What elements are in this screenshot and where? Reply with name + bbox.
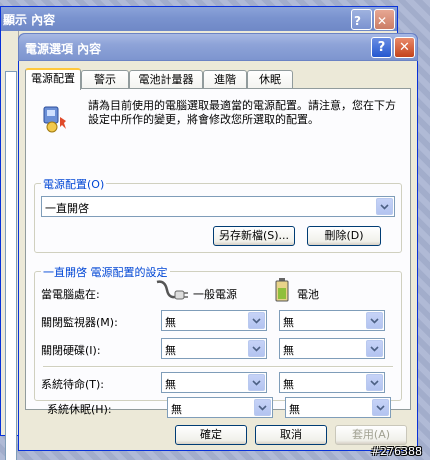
- tab-alarms[interactable]: 警示: [81, 70, 129, 89]
- watermark: #276388: [370, 445, 422, 458]
- power-options-icon: [43, 106, 66, 133]
- intro-text: 請為目前使用的電腦選取最適當的電源配置。請注意，您在下方設定中所作的變更，將會修…: [88, 99, 396, 126]
- chevron-down-icon[interactable]: [372, 399, 389, 416]
- system-hibernate-label: 系統休眠(H):: [47, 403, 112, 416]
- back-window-panel: [5, 71, 17, 460]
- monitor-ac-value: 無: [165, 316, 176, 329]
- hibernate-battery-value: 無: [289, 403, 300, 416]
- chevron-down-icon[interactable]: [366, 340, 383, 357]
- hard-disk-ac-select[interactable]: 無: [161, 338, 267, 359]
- help-icon: ?: [377, 40, 386, 55]
- back-window-title: 顯示 內容: [3, 13, 56, 27]
- chevron-down-icon[interactable]: [248, 312, 265, 329]
- help-icon: ?: [354, 14, 361, 28]
- window-title: 電源選項 內容: [25, 42, 102, 56]
- chevron-down-icon[interactable]: [366, 374, 383, 391]
- hibernate-row: 系統休眠(H): 無 無: [33, 397, 403, 423]
- help-button[interactable]: ?: [371, 37, 392, 58]
- hard-disk-battery-value: 無: [283, 344, 294, 357]
- power-scheme-select[interactable]: 一直開啓: [41, 196, 395, 217]
- ac-power-column-label: 一般電源: [193, 288, 237, 301]
- power-scheme-group: 電源配置(O) 一直開啓 另存新檔(S)... 刪除(D): [34, 176, 402, 253]
- standby-battery-value: 無: [283, 378, 294, 391]
- tab-power-meter[interactable]: 電池計量器: [129, 70, 203, 89]
- hard-disk-ac-value: 無: [165, 344, 176, 357]
- back-window-body: [1, 31, 19, 460]
- tab-hibernate[interactable]: 休眠: [247, 70, 293, 89]
- tab-advanced[interactable]: 進階: [203, 70, 247, 89]
- close-button[interactable]: ✕: [394, 37, 415, 58]
- power-plug-icon: [156, 280, 188, 300]
- close-icon: ✕: [399, 40, 410, 55]
- standby-battery-select[interactable]: 無: [279, 372, 385, 393]
- chevron-down-icon[interactable]: [366, 312, 383, 329]
- delete-button[interactable]: 刪除(D): [307, 226, 381, 246]
- chevron-down-icon[interactable]: [248, 340, 265, 357]
- back-help-button[interactable]: ?: [351, 9, 372, 30]
- monitor-ac-select[interactable]: 無: [161, 310, 267, 331]
- hard-disk-battery-select[interactable]: 無: [279, 338, 385, 359]
- close-icon: ✕: [377, 14, 388, 28]
- battery-icon: [275, 278, 289, 302]
- window-titlebar[interactable]: 電源選項 內容 ? ✕: [18, 33, 418, 61]
- turn-off-hard-disk-label: 關閉硬碟(I):: [41, 344, 101, 357]
- scheme-settings-group: 一直開啓 電源配置的設定 當電腦處在: 一般電源 電池 關閉監視器(M): 無: [34, 264, 402, 401]
- chevron-down-icon[interactable]: [376, 198, 393, 215]
- when-computer-label: 當電腦處在:: [41, 288, 100, 301]
- cancel-button[interactable]: 取消: [255, 425, 327, 445]
- apply-button[interactable]: 套用(A): [335, 425, 407, 445]
- power-scheme-legend: 電源配置(O): [41, 176, 107, 192]
- chevron-down-icon[interactable]: [248, 374, 265, 391]
- battery-column-label: 電池: [297, 288, 319, 301]
- power-scheme-value: 一直開啓: [45, 202, 89, 215]
- ok-button[interactable]: 確定: [175, 425, 247, 445]
- power-options-window: 電源選項 內容 ? ✕ 電源配置 警示 電池計量器 進階 休眠 請為目前使用的電…: [18, 33, 418, 451]
- scheme-settings-legend: 一直開啓 電源配置的設定: [41, 264, 170, 280]
- hibernate-ac-value: 無: [171, 403, 182, 416]
- standby-ac-select[interactable]: 無: [161, 372, 267, 393]
- chevron-down-icon[interactable]: [254, 399, 271, 416]
- back-window-titlebar[interactable]: 顯示 內容 ? ✕: [1, 7, 397, 31]
- back-close-button[interactable]: ✕: [374, 9, 395, 30]
- monitor-battery-value: 無: [283, 316, 294, 329]
- system-standby-label: 系統待命(T):: [41, 378, 105, 391]
- hibernate-ac-select[interactable]: 無: [167, 397, 273, 418]
- monitor-battery-select[interactable]: 無: [279, 310, 385, 331]
- standby-ac-value: 無: [165, 378, 176, 391]
- turn-off-monitor-label: 關閉監視器(M):: [41, 316, 118, 329]
- settings-divider: [43, 366, 393, 368]
- tab-power-schemes[interactable]: 電源配置: [25, 68, 81, 90]
- tab-panel: 請為目前使用的電腦選取最適當的電源配置。請注意，您在下方設定中所作的變更，將會修…: [25, 88, 411, 410]
- save-as-button[interactable]: 另存新檔(S)...: [213, 226, 295, 246]
- hibernate-battery-select[interactable]: 無: [285, 397, 391, 418]
